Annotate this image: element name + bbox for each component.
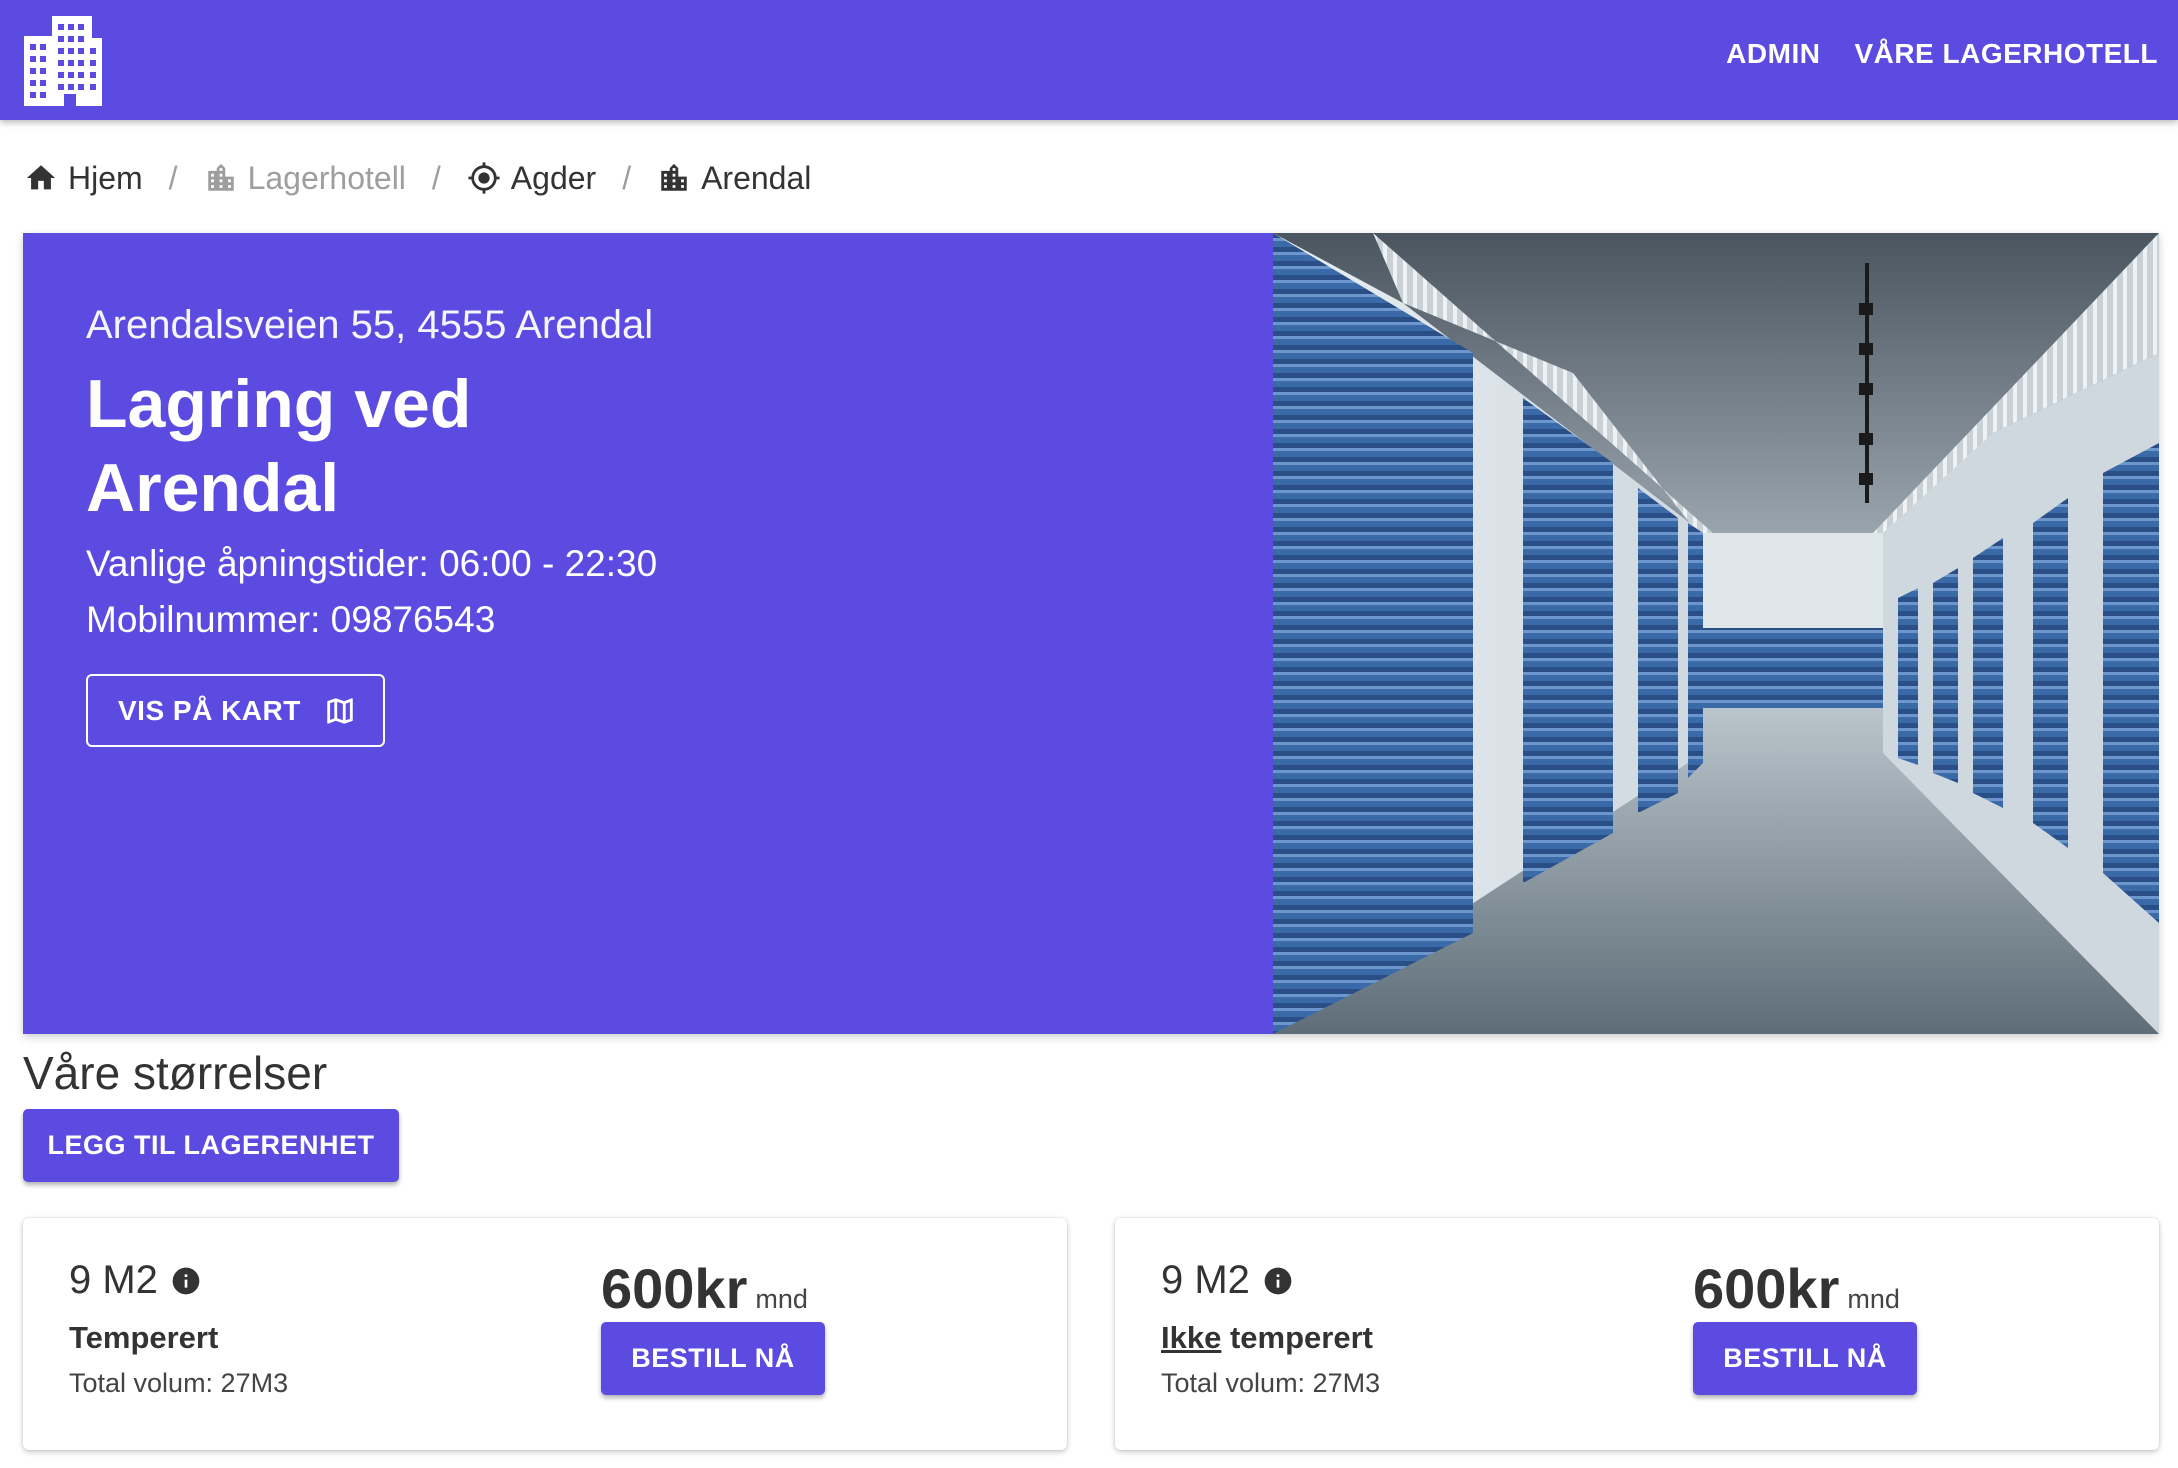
breadcrumb-label: Arendal xyxy=(701,159,812,196)
unit-size-row: 9 M2 xyxy=(69,1258,202,1303)
nav-admin[interactable]: ADMIN xyxy=(1726,38,1820,70)
temperature-text: Temperert xyxy=(69,1320,219,1355)
show-on-map-label: VIS PÅ KART xyxy=(118,694,301,726)
breadcrumb-home[interactable]: Hjem xyxy=(24,160,143,197)
storage-unit-card: 9 M2 Ikke temperert Total volum: 27M3 60… xyxy=(1115,1218,2159,1450)
total-volume: Total volum: 27M3 xyxy=(69,1368,289,1398)
unit-size: 9 M2 xyxy=(69,1258,158,1302)
total-volume: Total volum: 27M3 xyxy=(1161,1368,1381,1398)
unit-size: 9 M2 xyxy=(1161,1258,1250,1302)
breadcrumb: Hjem / Lagerhotell / Agder / Arendal xyxy=(24,156,811,200)
top-nav: ADMIN VÅRE LAGERHOTELL xyxy=(1726,38,2158,70)
storage-unit-card: 9 M2 Temperert Total volum: 27M3 600kr m… xyxy=(23,1218,1067,1450)
info-icon[interactable] xyxy=(1262,1265,1294,1297)
breadcrumb-agder[interactable]: Agder xyxy=(467,160,596,197)
map-icon xyxy=(327,697,353,724)
breadcrumb-separator: / xyxy=(168,159,178,196)
temperature-negation: Ikke xyxy=(1161,1320,1222,1355)
location-hero: Arendalsveien 55, 4555 Arendal Lagring v… xyxy=(23,233,2159,1034)
price-row: 600kr mnd xyxy=(601,1256,808,1321)
page-title: Lagring ved Arendal xyxy=(86,366,472,526)
show-on-map-button[interactable]: VIS PÅ KART xyxy=(86,674,385,747)
add-storage-unit-button[interactable]: LEGG TIL LAGERENHET xyxy=(23,1109,399,1182)
address: Arendalsveien 55, 4555 Arendal xyxy=(86,303,654,347)
temperature-text: temperert xyxy=(1221,1320,1373,1355)
breadcrumb-label: Lagerhotell xyxy=(247,159,406,196)
breadcrumb-arendal[interactable]: Arendal xyxy=(657,160,811,197)
price-period: mnd xyxy=(1847,1284,1900,1314)
unit-price: 600kr xyxy=(601,1257,748,1320)
sizes-heading: Våre størrelser xyxy=(23,1047,328,1099)
breadcrumb-separator: / xyxy=(622,159,632,196)
breadcrumb-lagerhotell[interactable]: Lagerhotell xyxy=(204,160,406,197)
hero-text: Arendalsveien 55, 4555 Arendal Lagring v… xyxy=(86,303,657,747)
order-now-button[interactable]: BESTILL NÅ xyxy=(601,1322,825,1395)
building-icon xyxy=(661,163,687,191)
building-icon xyxy=(207,163,234,191)
breadcrumb-label: Hjem xyxy=(68,159,143,196)
building-icon[interactable] xyxy=(22,8,104,108)
opening-hours: Vanlige åpningstider: 06:00 - 22:30 xyxy=(86,543,658,584)
breadcrumb-separator: / xyxy=(431,159,441,196)
temperature-label: Temperert xyxy=(69,1320,218,1356)
info-icon[interactable] xyxy=(170,1265,202,1297)
storage-corridor-image xyxy=(1273,233,2159,1034)
home-icon xyxy=(26,165,56,190)
unit-price: 600kr xyxy=(1693,1257,1840,1320)
unit-size-row: 9 M2 xyxy=(1161,1258,1294,1303)
order-now-button[interactable]: BESTILL NÅ xyxy=(1693,1322,1917,1395)
phone-number: Mobilnummer: 09876543 xyxy=(86,599,496,640)
location-icon xyxy=(468,162,500,194)
price-row: 600kr mnd xyxy=(1693,1256,1900,1321)
nav-vare-lagerhotell[interactable]: VÅRE LAGERHOTELL xyxy=(1854,38,2158,70)
price-period: mnd xyxy=(755,1284,808,1314)
temperature-label: Ikke temperert xyxy=(1161,1320,1373,1356)
breadcrumb-label: Agder xyxy=(510,159,597,196)
app-bar: ADMIN VÅRE LAGERHOTELL xyxy=(0,0,2178,120)
